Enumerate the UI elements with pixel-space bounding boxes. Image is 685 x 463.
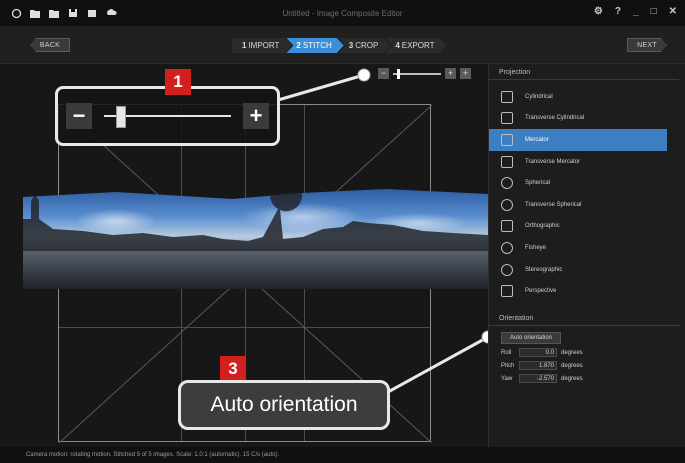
callout-badge-3: 3	[220, 356, 246, 382]
status-bar: Camera motion: rotating motion. Stitched…	[0, 447, 685, 463]
yaw-input[interactable]: -2.570	[519, 374, 557, 383]
projection-perspective[interactable]: Perspective	[489, 280, 685, 302]
pitch-label: Pitch	[501, 362, 515, 369]
projection-mercator[interactable]: Mercator	[489, 129, 667, 151]
perspective-icon	[501, 285, 513, 298]
roll-label: Roll	[501, 349, 512, 356]
roll-input[interactable]: 0.0	[519, 348, 557, 357]
projection-transverse-cylindrical[interactable]: Transverse Cylindrical	[489, 108, 685, 130]
pitch-row: Pitch 1.870 degrees	[501, 361, 685, 370]
orientation-title: Orientation	[489, 310, 680, 326]
cylindrical-icon	[501, 90, 513, 103]
yaw-row: Yaw -2.570 degrees	[501, 374, 685, 383]
yaw-unit: degrees	[561, 375, 583, 382]
projection-transverse-spherical[interactable]: Transverse Spherical	[489, 194, 685, 216]
projection-cylindrical[interactable]: Cylindrical	[489, 86, 685, 108]
pitch-unit: degrees	[561, 362, 583, 369]
pitch-input[interactable]: 1.870	[519, 361, 557, 370]
orientation-section: Orientation Auto orientation Roll 0.0 de…	[489, 310, 685, 383]
transverse-spherical-icon	[501, 198, 513, 211]
transverse-cylindrical-icon	[501, 112, 513, 125]
orthographic-icon	[501, 220, 513, 233]
projection-spherical[interactable]: Spherical	[489, 172, 685, 194]
callout-badge-1: 1	[165, 69, 191, 95]
projection-title: Projection	[489, 64, 679, 80]
auto-orientation-callout: Auto orientation	[178, 380, 390, 430]
yaw-label: Yaw	[501, 375, 513, 382]
projection-fisheye[interactable]: Fisheye	[489, 237, 685, 259]
mercator-icon	[501, 133, 513, 146]
projection-stereographic[interactable]: Stereographic	[489, 259, 685, 281]
roll-unit: degrees	[561, 349, 583, 356]
projection-transverse-mercator[interactable]: Transverse Mercator	[489, 151, 685, 173]
auto-orientation-button[interactable]: Auto orientation	[501, 332, 561, 344]
projection-list: Cylindrical Transverse Cylindrical Merca…	[489, 80, 685, 302]
spherical-icon	[501, 177, 513, 190]
right-sidebar: Projection Cylindrical Transverse Cylind…	[488, 64, 685, 447]
projection-orthographic[interactable]: Orthographic	[489, 216, 685, 238]
transverse-mercator-icon	[501, 155, 513, 168]
roll-row: Roll 0.0 degrees	[501, 348, 685, 357]
stereographic-icon	[501, 263, 513, 276]
fisheye-icon	[501, 241, 513, 254]
